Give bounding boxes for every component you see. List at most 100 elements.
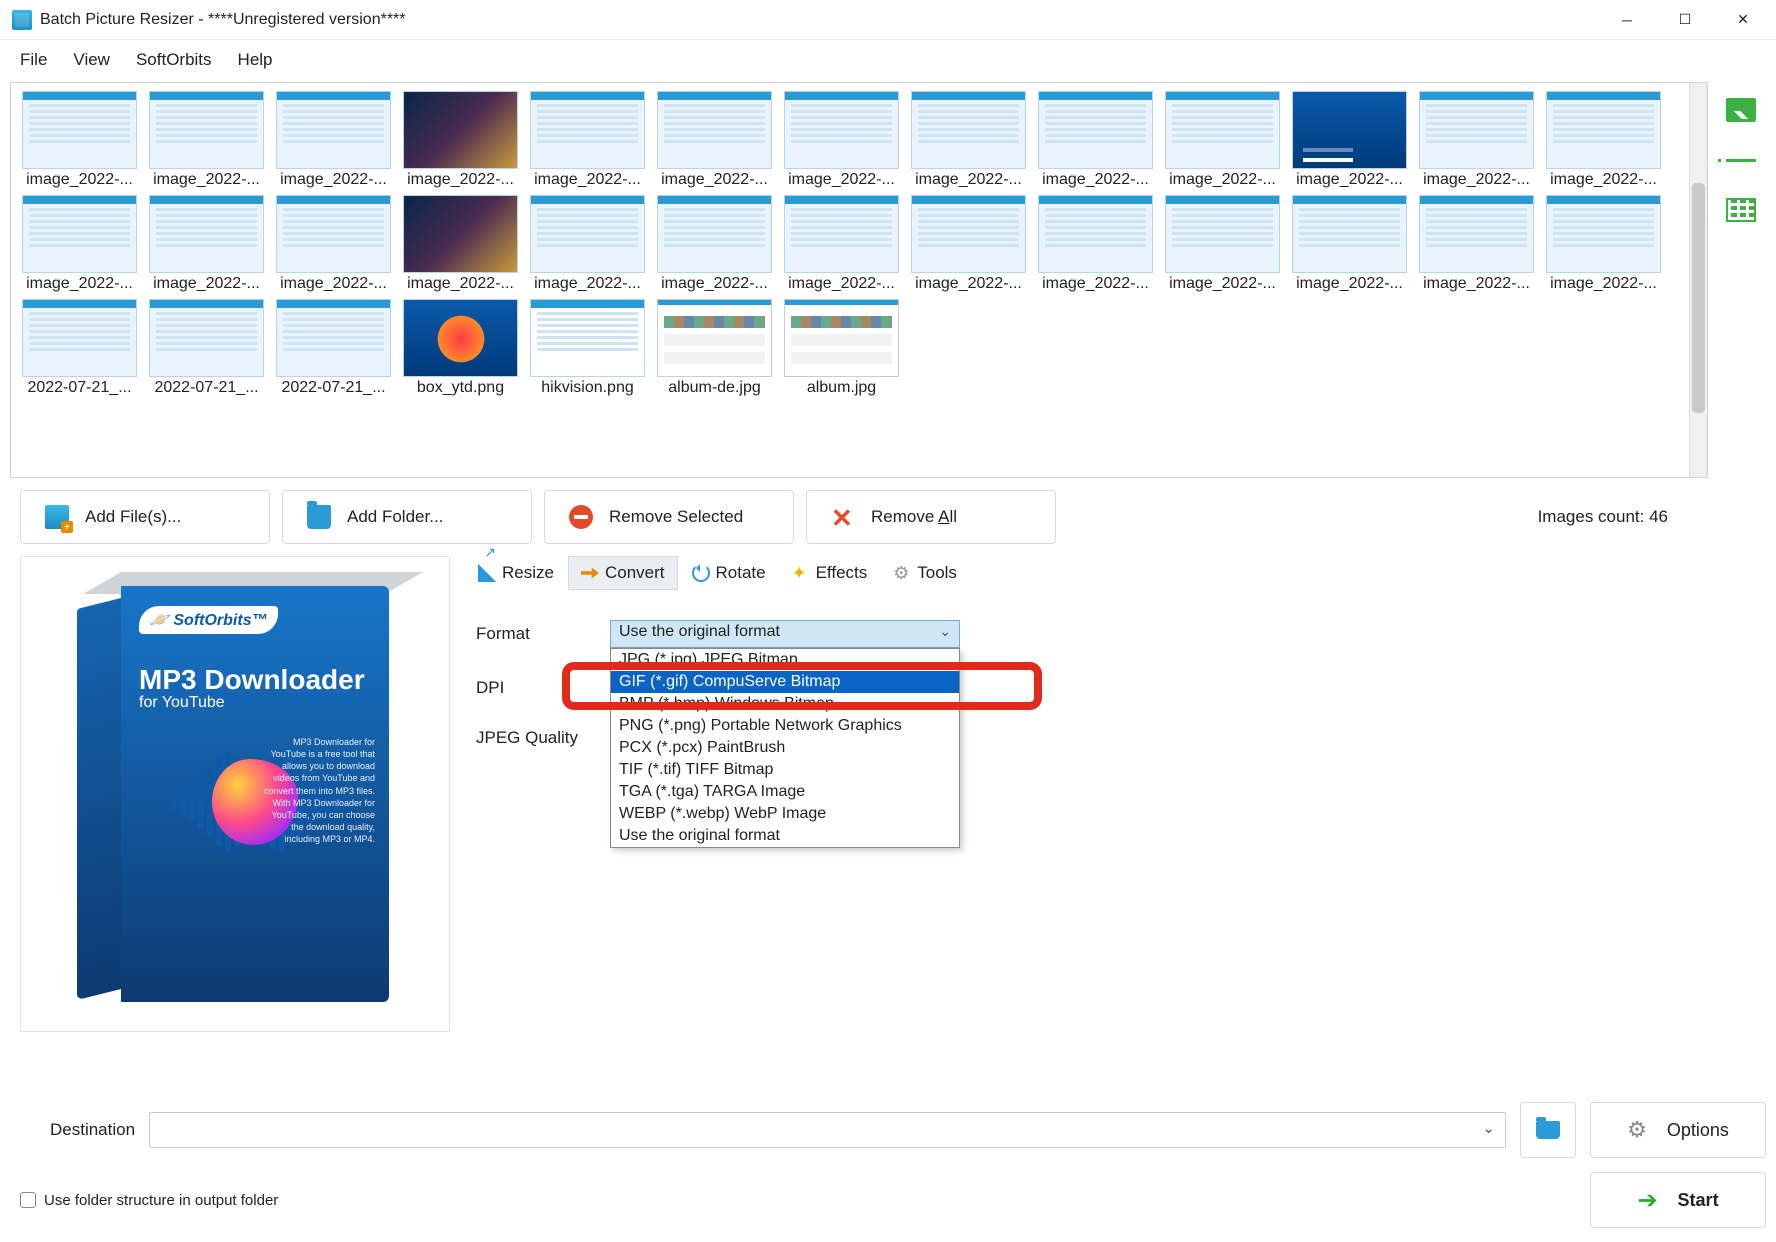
rotate-icon (692, 564, 710, 582)
format-select[interactable]: Use the original format (610, 620, 960, 648)
thumbnail-item[interactable]: image_2022-... (273, 91, 394, 189)
thumbnail-item[interactable]: 2022-07-21_... (273, 299, 394, 397)
thumbnail-item[interactable]: image_2022-... (1162, 91, 1283, 189)
resize-icon (478, 564, 496, 582)
format-option[interactable]: PNG (*.png) Portable Network Graphics (611, 715, 959, 737)
product-title: MP3 Downloader (139, 664, 371, 696)
thumbnail-label: image_2022-... (1296, 275, 1403, 293)
format-option[interactable]: PCX (*.pcx) PaintBrush (611, 737, 959, 759)
view-details-icon[interactable] (1726, 198, 1756, 222)
thumbnail-label: box_ytd.png (417, 379, 504, 397)
thumbnail-item[interactable]: image_2022-... (1543, 91, 1664, 189)
thumbnail-label: image_2022-... (1169, 275, 1276, 293)
thumbnail-item[interactable]: image_2022-... (781, 91, 902, 189)
thumbnail-item[interactable]: box_ytd.png (400, 299, 521, 397)
thumbnail-item[interactable]: image_2022-... (1289, 91, 1410, 189)
tab-convert[interactable]: Convert (568, 556, 678, 590)
thumbnail-image (276, 91, 391, 169)
thumbnail-label: image_2022-... (661, 171, 768, 189)
thumbnail-label: image_2022-... (534, 275, 641, 293)
format-option[interactable]: BMP (*.bmp) Windows Bitmap (611, 693, 959, 715)
view-list-icon[interactable] (1726, 148, 1756, 172)
format-option[interactable]: WEBP (*.webp) WebP Image (611, 803, 959, 825)
thumbnail-item[interactable]: image_2022-... (654, 91, 775, 189)
thumbnail-item[interactable]: image_2022-... (908, 91, 1029, 189)
thumbnail-image (657, 195, 772, 273)
thumbnail-item[interactable]: image_2022-... (19, 195, 140, 293)
view-thumbnails-icon[interactable] (1726, 98, 1756, 122)
remove-icon (569, 505, 593, 529)
maximize-button[interactable]: ☐ (1656, 0, 1714, 40)
thumbnail-label: image_2022-... (26, 171, 133, 189)
thumbnail-image (403, 91, 518, 169)
thumbnail-item[interactable]: image_2022-... (1289, 195, 1410, 293)
thumbnail-item[interactable]: image_2022-... (146, 91, 267, 189)
tab-tools[interactable]: ⚙Tools (881, 556, 969, 590)
product-desc: MP3 Downloader for YouTube is a free too… (261, 736, 375, 982)
checkbox-icon[interactable] (20, 1192, 36, 1208)
tab-effects[interactable]: ✦Effects (780, 556, 880, 590)
thumbnail-item[interactable]: album.jpg (781, 299, 902, 397)
menu-softorbits[interactable]: SoftOrbits (126, 46, 222, 74)
thumbnail-item[interactable]: image_2022-... (1416, 195, 1537, 293)
thumbnail-item[interactable]: image_2022-... (1416, 91, 1537, 189)
add-folder-button[interactable]: Add Folder... (282, 490, 532, 544)
menu-view[interactable]: View (63, 46, 120, 74)
options-button[interactable]: ⚙ Options (1590, 1102, 1766, 1158)
tab-resize[interactable]: Resize (466, 556, 566, 590)
thumbnail-item[interactable]: image_2022-... (1162, 195, 1283, 293)
thumbnail-image (149, 195, 264, 273)
thumbnail-item[interactable]: hikvision.png (527, 299, 648, 397)
thumbnail-item[interactable]: image_2022-... (527, 91, 648, 189)
format-option[interactable]: Use the original format (611, 825, 959, 847)
thumbnail-panel[interactable]: image_2022-...image_2022-...image_2022-.… (10, 82, 1708, 478)
thumbnail-item[interactable]: image_2022-... (654, 195, 775, 293)
menu-file[interactable]: File (10, 46, 57, 74)
format-dropdown[interactable]: JPG (*.jpg) JPEG BitmapGIF (*.gif) Compu… (610, 648, 960, 848)
format-option[interactable]: TGA (*.tga) TARGA Image (611, 781, 959, 803)
thumbnail-image (1546, 195, 1661, 273)
gear-icon: ⚙ (1627, 1117, 1647, 1143)
destination-input[interactable] (149, 1112, 1506, 1148)
thumbnail-label: image_2022-... (1296, 171, 1403, 189)
thumbnails-scrollbar[interactable] (1689, 83, 1707, 477)
thumbnail-image (784, 91, 899, 169)
format-option[interactable]: JPG (*.jpg) JPEG Bitmap (611, 649, 959, 671)
add-files-button[interactable]: Add File(s)... (20, 490, 270, 544)
format-option[interactable]: TIF (*.tif) TIFF Bitmap (611, 759, 959, 781)
remove-all-button[interactable]: ✕ Remove All (806, 490, 1056, 544)
thumbnail-item[interactable]: image_2022-... (400, 195, 521, 293)
close-button[interactable]: ✕ (1714, 0, 1772, 40)
browse-destination-button[interactable] (1520, 1102, 1576, 1158)
thumbnail-item[interactable]: image_2022-... (19, 91, 140, 189)
thumbnail-image (22, 91, 137, 169)
thumbnail-label: album.jpg (807, 379, 876, 397)
folder-structure-checkbox-row[interactable]: Use folder structure in output folder (10, 1172, 278, 1228)
thumbnail-item[interactable]: 2022-07-21_... (19, 299, 140, 397)
thumbnail-item[interactable]: image_2022-... (1035, 91, 1156, 189)
thumbnail-label: hikvision.png (541, 379, 634, 397)
thumbnail-image (149, 299, 264, 377)
thumbnail-item[interactable]: image_2022-... (146, 195, 267, 293)
images-count: Images count: 46 (1538, 507, 1698, 527)
start-button[interactable]: ➔ Start (1590, 1172, 1766, 1228)
add-folder-icon (307, 505, 331, 529)
thumbnail-label: 2022-07-21_... (281, 379, 385, 397)
thumbnail-image (1292, 91, 1407, 169)
thumbnail-item[interactable]: image_2022-... (1035, 195, 1156, 293)
thumbnail-item[interactable]: image_2022-... (527, 195, 648, 293)
start-arrow-icon: ➔ (1637, 1186, 1657, 1215)
tab-rotate[interactable]: Rotate (680, 556, 778, 590)
thumbnail-label: 2022-07-21_... (154, 379, 258, 397)
thumbnail-item[interactable]: album-de.jpg (654, 299, 775, 397)
thumbnail-item[interactable]: image_2022-... (273, 195, 394, 293)
thumbnail-item[interactable]: image_2022-... (908, 195, 1029, 293)
format-option[interactable]: GIF (*.gif) CompuServe Bitmap (611, 671, 959, 693)
minimize-button[interactable]: ─ (1598, 0, 1656, 40)
menu-help[interactable]: Help (228, 46, 283, 74)
thumbnail-item[interactable]: image_2022-... (400, 91, 521, 189)
thumbnail-item[interactable]: 2022-07-21_... (146, 299, 267, 397)
thumbnail-item[interactable]: image_2022-... (1543, 195, 1664, 293)
remove-selected-button[interactable]: Remove Selected (544, 490, 794, 544)
thumbnail-item[interactable]: image_2022-... (781, 195, 902, 293)
